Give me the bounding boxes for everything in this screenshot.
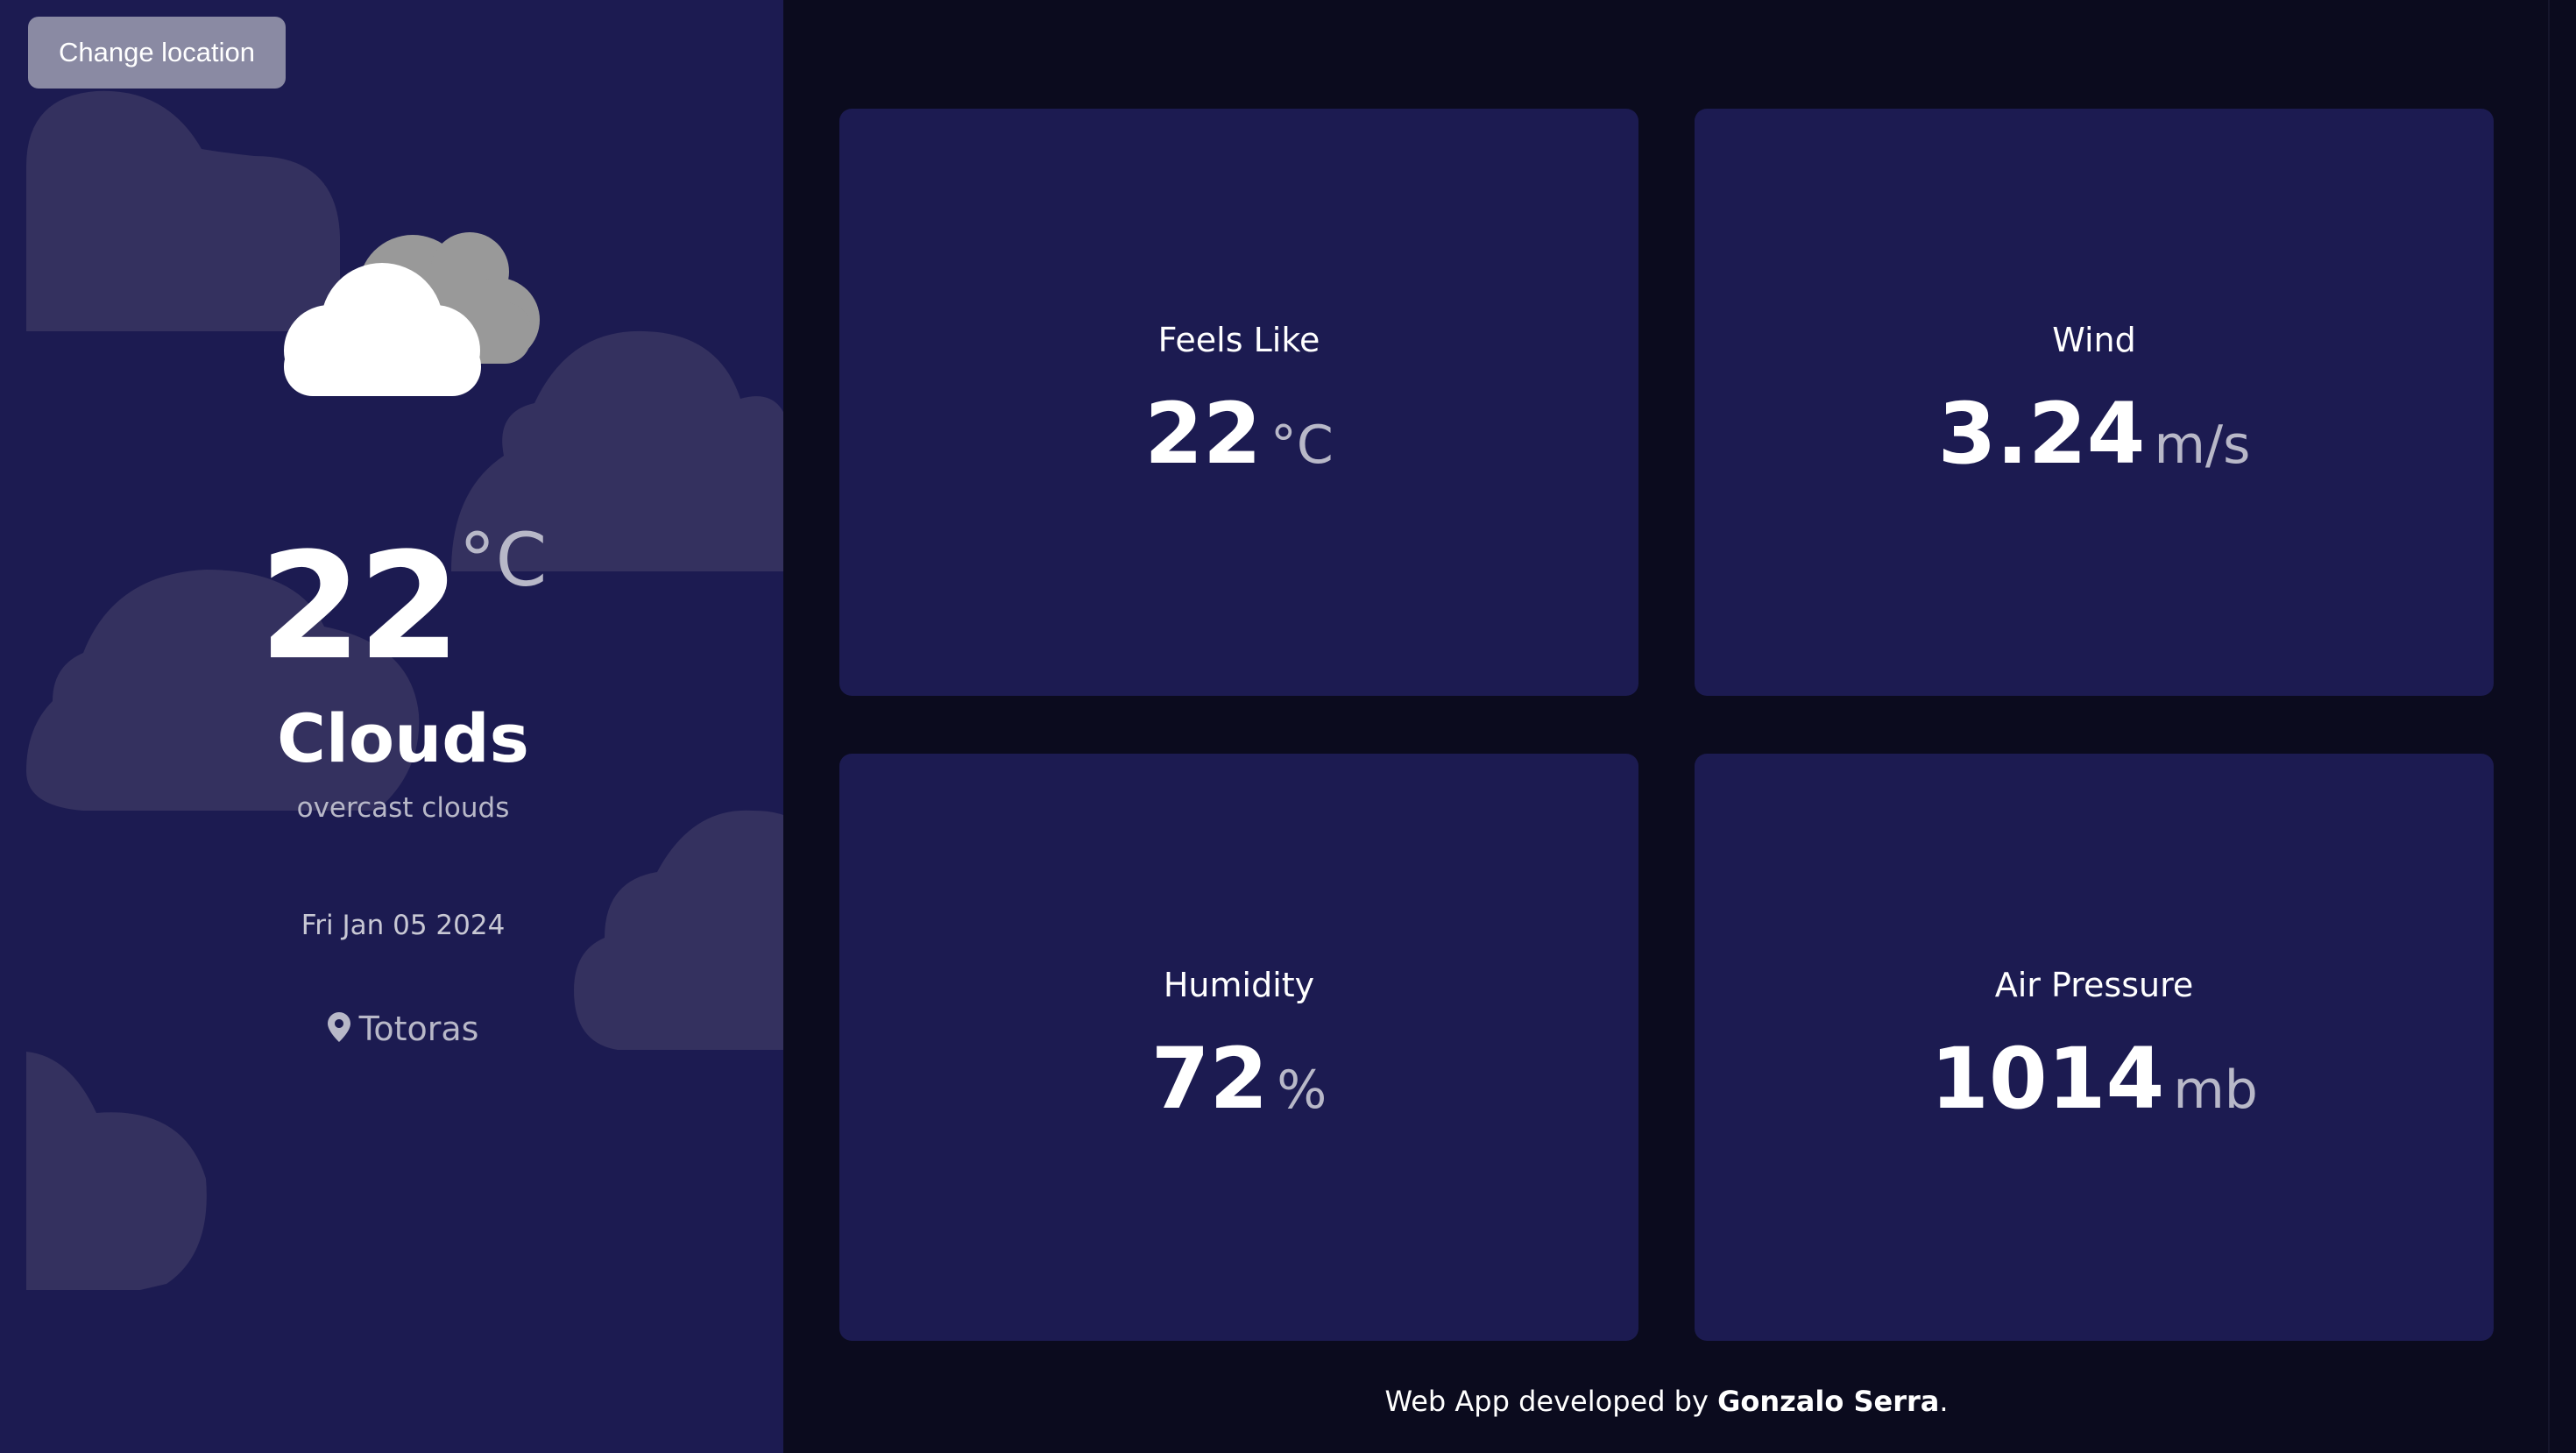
footer-author: Gonzalo Serra: [1717, 1385, 1940, 1418]
footer-prefix: Web App developed by: [1384, 1385, 1718, 1418]
temperature-unit: °C: [458, 517, 548, 603]
card-label: Humidity: [1163, 966, 1315, 1004]
air-pressure-value: 1014: [1930, 1030, 2165, 1128]
footer-suffix: .: [1939, 1385, 1949, 1418]
location-display: Totoras: [0, 1010, 783, 1048]
feels-like-value: 22: [1144, 385, 1262, 483]
air-pressure-card: Air Pressure 1014 mb: [1695, 754, 2494, 1341]
current-date: Fri Jan 05 2024: [301, 910, 506, 941]
feels-like-card: Feels Like 22 °C: [839, 109, 1638, 696]
clouds-icon: [284, 232, 540, 396]
card-label: Feels Like: [1157, 321, 1320, 359]
air-pressure-unit: mb: [2173, 1060, 2258, 1121]
vertical-scrollbar[interactable]: [2548, 0, 2576, 1453]
weather-condition: Clouds: [277, 699, 529, 777]
feels-like-unit: °C: [1270, 415, 1334, 476]
wind-unit: m/s: [2154, 415, 2251, 476]
current-weather-panel: Change location 22°C Clouds overcast clo…: [0, 0, 783, 1453]
location-pin-icon: [327, 1012, 350, 1042]
card-label: Air Pressure: [1994, 966, 2194, 1004]
card-value-row: 72%: [839, 1030, 1638, 1128]
card-value-row: 3.24 m/s: [1695, 385, 2494, 483]
card-value-row: 22 °C: [839, 385, 1638, 483]
location-name: Totoras: [358, 1010, 479, 1048]
wind-card: Wind 3.24 m/s: [1695, 109, 2494, 696]
weather-description: overcast clouds: [296, 792, 510, 824]
card-value-row: 1014 mb: [1695, 1030, 2494, 1128]
humidity-card: Humidity 72%: [839, 754, 1638, 1341]
humidity-unit: %: [1277, 1060, 1327, 1121]
change-location-button[interactable]: Change location: [28, 17, 286, 89]
card-label: Wind: [2052, 321, 2136, 359]
weather-app: Change location 22°C Clouds overcast clo…: [0, 0, 2576, 1453]
footer-credit: Web App developed by Gonzalo Serra.: [839, 1385, 2494, 1418]
humidity-value: 72: [1150, 1030, 1269, 1128]
temperature-value: 22: [258, 521, 461, 692]
current-temperature: 22°C: [0, 517, 783, 692]
wind-value: 3.24: [1937, 385, 2146, 483]
